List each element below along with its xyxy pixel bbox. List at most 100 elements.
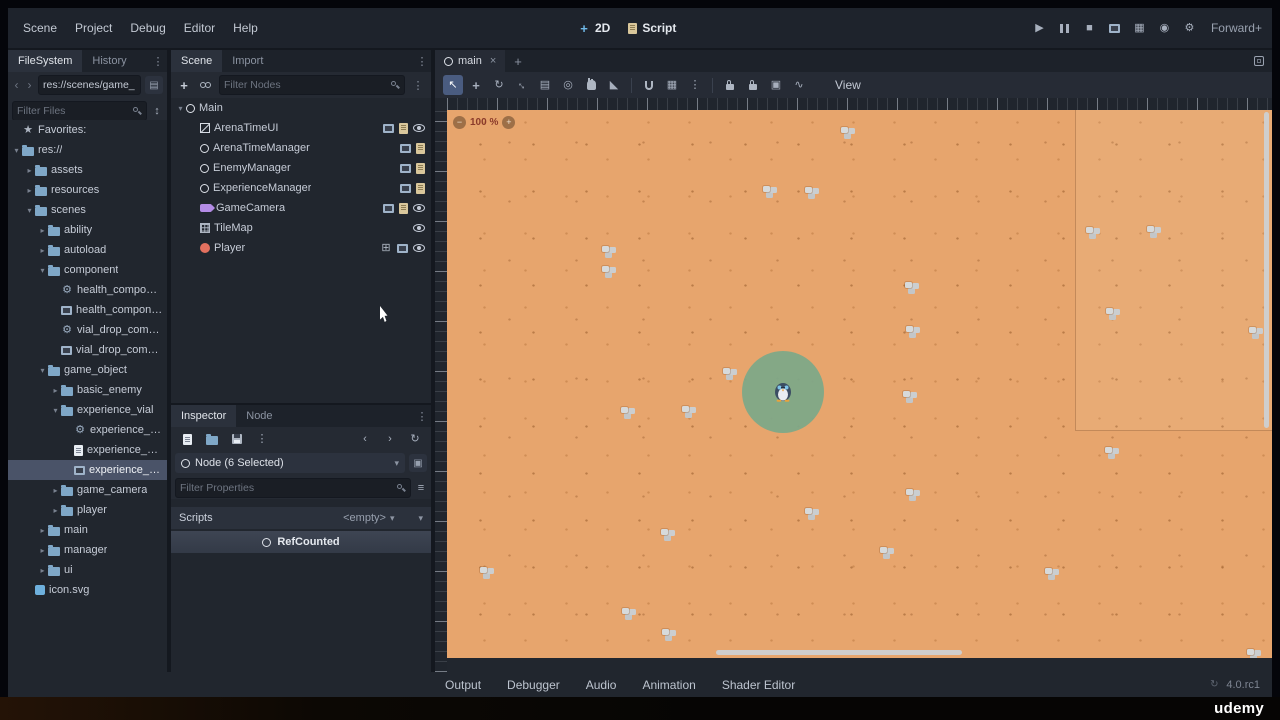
play-scene-button[interactable]: [1107, 20, 1122, 36]
bottom-tab-animation[interactable]: Animation: [642, 678, 695, 692]
fs-item[interactable]: ⚙ vial_drop_compon...: [8, 320, 167, 340]
expand-arrow-icon[interactable]: ▾: [50, 406, 61, 415]
tab-history[interactable]: History: [82, 50, 136, 72]
fs-item[interactable]: ▾ component: [8, 260, 167, 280]
tab-node[interactable]: Node: [236, 405, 282, 427]
script-icon[interactable]: [399, 122, 408, 134]
filter-properties-input[interactable]: [180, 482, 396, 494]
ruler-tool-button[interactable]: ◣: [604, 75, 624, 95]
film-icon[interactable]: [383, 203, 394, 213]
eye-icon[interactable]: [413, 224, 425, 232]
fs-item[interactable]: ▸ assets: [8, 160, 167, 180]
scene-node-arenatimeui[interactable]: ArenaTimeUI: [171, 118, 431, 138]
script-icon[interactable]: [399, 202, 408, 214]
class-reference-bar[interactable]: RefCounted: [171, 531, 431, 553]
back-button[interactable]: ‹: [357, 431, 373, 447]
expand-arrow-icon[interactable]: ▾: [24, 206, 35, 215]
filter-nodes-input[interactable]: [224, 79, 390, 91]
toggle-split-mode-icon[interactable]: ▤: [145, 76, 163, 94]
eye-icon[interactable]: [413, 204, 425, 212]
path-field[interactable]: [43, 79, 136, 91]
bottom-tab-audio[interactable]: Audio: [586, 678, 617, 692]
vertical-scrollbar[interactable]: [1264, 112, 1269, 428]
instance-scene-button[interactable]: [197, 76, 215, 94]
film-icon[interactable]: [400, 183, 411, 193]
menu-project[interactable]: Project: [66, 21, 121, 35]
add-node-button[interactable]: +: [175, 76, 193, 94]
history-button[interactable]: ↻: [407, 431, 423, 447]
expand-arrow-icon[interactable]: ▸: [24, 186, 35, 195]
renderer-settings-button[interactable]: ⚙: [1182, 20, 1197, 36]
scene-node-player[interactable]: Player ⊞: [171, 238, 431, 258]
smart-snap-tool-button[interactable]: [639, 75, 659, 95]
fs-item[interactable]: ▸ manager: [8, 540, 167, 560]
fs-item[interactable]: health_componen...: [8, 300, 167, 320]
stop-button[interactable]: ■: [1082, 20, 1097, 36]
expand-arrow-icon[interactable]: ▸: [37, 526, 48, 535]
boxplus-icon[interactable]: ⊞: [380, 242, 392, 254]
filesystem-dock-menu-icon[interactable]: ⋮: [149, 50, 167, 72]
list-select-tool-button[interactable]: ▤: [535, 75, 555, 95]
scene-node-enemymanager[interactable]: EnemyManager: [171, 158, 431, 178]
fs-item[interactable]: experience_vial...: [8, 460, 167, 480]
scene-node-main[interactable]: ▾ Main: [171, 98, 431, 118]
script-icon[interactable]: [416, 142, 425, 154]
pause-button[interactable]: [1057, 20, 1072, 36]
nav-back-icon[interactable]: ‹: [12, 78, 21, 92]
expand-arrow-icon[interactable]: ▸: [37, 566, 48, 575]
scene-node-experiencemanager[interactable]: ExperienceManager: [171, 178, 431, 198]
object-selector[interactable]: Node (6 Selected) ▾: [175, 453, 405, 473]
pan-tool-button[interactable]: [581, 75, 601, 95]
rotate-tool-button[interactable]: ↻: [489, 75, 509, 95]
save-resource-button[interactable]: [229, 431, 245, 447]
bottom-tab-shader-editor[interactable]: Shader Editor: [722, 678, 795, 692]
menu-dots-button[interactable]: ⋮: [254, 431, 270, 447]
zoom-in-button[interactable]: +: [502, 116, 516, 129]
expand-arrow-icon[interactable]: ▸: [50, 386, 61, 395]
zoom-out-button[interactable]: −: [453, 116, 466, 129]
eye-icon[interactable]: [413, 124, 425, 132]
pivot-tool-button[interactable]: ◎: [558, 75, 578, 95]
script-icon[interactable]: [416, 182, 425, 194]
fs-item[interactable]: ▸ resources: [8, 180, 167, 200]
renderer-select[interactable]: Forward+: [1211, 21, 1262, 35]
fs-item[interactable]: ▸ ui: [8, 560, 167, 580]
menu-debug[interactable]: Debug: [121, 21, 174, 35]
fs-item[interactable]: ▾ experience_vial: [8, 400, 167, 420]
fs-item[interactable]: ⚙ experience_vial...: [8, 420, 167, 440]
film-icon[interactable]: [400, 143, 411, 153]
new-scene-tab-button[interactable]: +: [505, 54, 531, 69]
expand-arrow-icon[interactable]: ▸: [37, 226, 48, 235]
object-options-icon[interactable]: ▣: [409, 454, 427, 472]
fs-item[interactable]: experience_vial...: [8, 440, 167, 460]
sort-files-icon[interactable]: ↕: [151, 105, 163, 117]
unlock-tool-button[interactable]: [743, 75, 763, 95]
scene-node-arenatimemanager[interactable]: ArenaTimeManager: [171, 138, 431, 158]
view-menu[interactable]: View: [829, 78, 867, 92]
fs-item[interactable]: ▸ autoload: [8, 240, 167, 260]
film-icon[interactable]: [397, 243, 408, 253]
scene-dock-menu-icon[interactable]: ⋮: [413, 50, 431, 72]
fullscreen-icon[interactable]: [1254, 56, 1264, 66]
move-tool-button[interactable]: +: [466, 75, 486, 95]
fs-item[interactable]: vial_drop_compon...: [8, 340, 167, 360]
forward-button[interactable]: ›: [382, 431, 398, 447]
expand-arrow-icon[interactable]: ▾: [37, 266, 48, 275]
scene-canvas[interactable]: − 100 % +: [447, 110, 1272, 658]
fs-item[interactable]: ▸ basic_enemy: [8, 380, 167, 400]
menu-editor[interactable]: Editor: [175, 21, 224, 35]
grid-snap-tool-button[interactable]: ▦: [662, 75, 682, 95]
skeleton-tool-button[interactable]: ∿: [789, 75, 809, 95]
fs-item[interactable]: ▸ ability: [8, 220, 167, 240]
section-collapse-icon[interactable]: ▾: [418, 513, 423, 524]
fs-item[interactable]: ⚙ health_componen...: [8, 280, 167, 300]
scale-tool-button[interactable]: ↔: [512, 75, 532, 95]
expand-arrow-icon[interactable]: ▸: [37, 546, 48, 555]
fs-item[interactable]: icon.svg: [8, 580, 167, 600]
fs-item[interactable]: ▸ game_camera: [8, 480, 167, 500]
script-value-dropdown[interactable]: <empty> ▾: [343, 512, 394, 524]
movie-maker-button[interactable]: ◉: [1157, 20, 1172, 36]
eye-icon[interactable]: [413, 244, 425, 252]
fs-item[interactable]: ★ Favorites:: [8, 120, 167, 140]
tab-filesystem[interactable]: FileSystem: [8, 50, 83, 72]
